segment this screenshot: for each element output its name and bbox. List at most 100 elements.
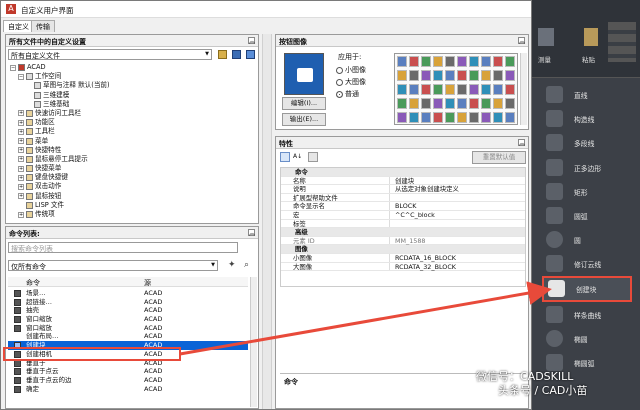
image-option-icon[interactable]	[409, 112, 419, 123]
open-file-icon[interactable]	[218, 50, 227, 59]
find-icon[interactable]: ⌕	[244, 260, 254, 270]
tree-item[interactable]: + 鼠标按钮	[10, 192, 256, 201]
command-row[interactable]: 抽壳 ACAD	[8, 306, 248, 315]
property-row[interactable]: 宏 ^C^C_block	[281, 210, 525, 220]
image-option-icon[interactable]	[409, 70, 419, 81]
radio-small-image[interactable]: 小图像	[336, 65, 366, 75]
ribbon-item-circle[interactable]: 圆	[542, 229, 632, 251]
image-option-icon[interactable]	[505, 84, 515, 95]
measure-label[interactable]: 测量	[538, 54, 551, 64]
image-option-icon[interactable]	[445, 84, 455, 95]
tree-item[interactable]: + 快速访问工具栏	[10, 109, 256, 118]
property-category[interactable]: 图像	[281, 245, 525, 254]
collapse-icon[interactable]: ︽	[518, 37, 525, 45]
search-input[interactable]: 搜索命令列表	[8, 242, 238, 253]
image-option-icon[interactable]	[397, 84, 407, 95]
image-option-icon[interactable]	[457, 98, 467, 109]
image-option-icon[interactable]	[493, 70, 503, 81]
ribbon-item-create-block[interactable]: 创建块	[542, 276, 632, 302]
alphabetical-icon[interactable]: A↓	[293, 152, 303, 162]
image-option-icon[interactable]	[481, 56, 491, 67]
tree-item[interactable]: + 双击动作	[10, 182, 256, 191]
save-as-icon[interactable]	[246, 50, 255, 59]
image-option-icon[interactable]	[469, 84, 479, 95]
edit-button[interactable]: 编辑(I)...	[282, 97, 326, 110]
categorized-icon[interactable]	[280, 152, 290, 162]
image-option-icon[interactable]	[481, 84, 491, 95]
tree-item[interactable]: + 快捷特性	[10, 146, 256, 155]
image-option-icon[interactable]	[433, 70, 443, 81]
tree-item[interactable]: 草图与注释 默认(当前)	[10, 81, 256, 90]
image-option-icon[interactable]	[505, 98, 515, 109]
property-row[interactable]: 小图像 RCDATA_16_BLOCK	[281, 253, 525, 263]
command-row-selected[interactable]: 创建块 ACAD	[8, 341, 248, 350]
tree-item[interactable]: 三维建模	[10, 91, 256, 100]
ribbon-item-arc[interactable]: 圆弧	[542, 205, 632, 227]
image-option-icon[interactable]	[409, 98, 419, 109]
icon-grid-scrollbar[interactable]	[520, 53, 527, 125]
image-option-icon[interactable]	[493, 56, 503, 67]
image-option-icon[interactable]	[469, 56, 479, 67]
image-option-icon[interactable]	[445, 70, 455, 81]
tree-item[interactable]: + 工具栏	[10, 127, 256, 136]
radio-large-image[interactable]: 大图像	[336, 77, 366, 87]
command-row[interactable]: 超链接… ACAD	[8, 298, 248, 307]
ribbon-item-line[interactable]: 直线	[542, 84, 632, 106]
column-splitter[interactable]	[262, 34, 272, 409]
image-option-icon[interactable]	[481, 70, 491, 81]
paste-icon[interactable]	[584, 28, 598, 46]
radio-both[interactable]: 普通	[336, 89, 359, 99]
collapse-icon[interactable]: ︽	[248, 37, 255, 45]
image-option-icon[interactable]	[397, 56, 407, 67]
filter-dropdown[interactable]: 仅所有命令 ▼	[8, 260, 218, 271]
image-option-icon[interactable]	[505, 56, 515, 67]
command-row[interactable]: 垂直于 ACAD	[8, 359, 248, 368]
image-option-icon[interactable]	[433, 112, 443, 123]
paste-label[interactable]: 粘贴	[582, 54, 595, 64]
ribbon-item-polygon[interactable]: 正多边形	[542, 157, 632, 179]
tree-item[interactable]: + 鼠标悬停工具提示	[10, 155, 256, 164]
tree-item[interactable]: +LISP 文件	[10, 201, 256, 210]
command-row[interactable]: 垂直于点云的边 ACAD	[8, 376, 248, 385]
image-option-icon[interactable]	[457, 84, 467, 95]
property-row[interactable]: 说明 从选定对象创建块定义	[281, 185, 525, 194]
collapse-icon[interactable]: ︽	[248, 229, 255, 237]
image-option-icon[interactable]	[445, 112, 455, 123]
column-source[interactable]: 源	[144, 278, 151, 288]
tree-item[interactable]: − ACAD	[10, 63, 256, 72]
image-option-icon[interactable]	[493, 112, 503, 123]
measure-icon[interactable]	[538, 28, 554, 46]
image-option-icon[interactable]	[433, 98, 443, 109]
ribbon-item-spline[interactable]: 样条曲线	[542, 304, 632, 326]
command-row[interactable]: 场景… ACAD	[8, 289, 248, 298]
image-option-icon[interactable]	[445, 56, 455, 67]
image-option-icon[interactable]	[505, 70, 515, 81]
save-icon[interactable]	[232, 50, 241, 59]
image-option-icon[interactable]	[493, 84, 503, 95]
image-option-icon[interactable]	[397, 98, 407, 109]
image-option-icon[interactable]	[445, 98, 455, 109]
image-option-icon[interactable]	[469, 112, 479, 123]
export-button[interactable]: 输出(E)...	[282, 113, 326, 126]
column-command[interactable]: 命令	[26, 278, 40, 288]
property-pages-icon[interactable]	[308, 152, 318, 162]
property-row[interactable]: 命令显示名 BLOCK	[281, 202, 525, 211]
image-option-icon[interactable]	[409, 84, 419, 95]
property-category[interactable]: 命令	[281, 168, 525, 177]
command-row[interactable]: 垂直于点云 ACAD	[8, 367, 248, 376]
property-row[interactable]: 元素 ID MM_1588	[281, 236, 525, 246]
image-option-icon[interactable]	[421, 98, 431, 109]
image-option-icon[interactable]	[505, 112, 515, 123]
image-option-icon[interactable]	[421, 70, 431, 81]
tree-item[interactable]: − 工作空间	[10, 72, 256, 81]
property-category[interactable]: 高级	[281, 228, 525, 237]
image-option-icon[interactable]	[469, 98, 479, 109]
image-option-icon[interactable]	[433, 84, 443, 95]
image-option-icon[interactable]	[421, 84, 431, 95]
tab-customize[interactable]: 自定义	[3, 20, 34, 32]
ribbon-item-ellipse[interactable]: 椭圆	[542, 328, 632, 350]
image-option-icon[interactable]	[457, 112, 467, 123]
image-option-icon[interactable]	[481, 98, 491, 109]
image-option-icon[interactable]	[397, 70, 407, 81]
ribbon-item-xline[interactable]: 构造线	[542, 108, 632, 130]
